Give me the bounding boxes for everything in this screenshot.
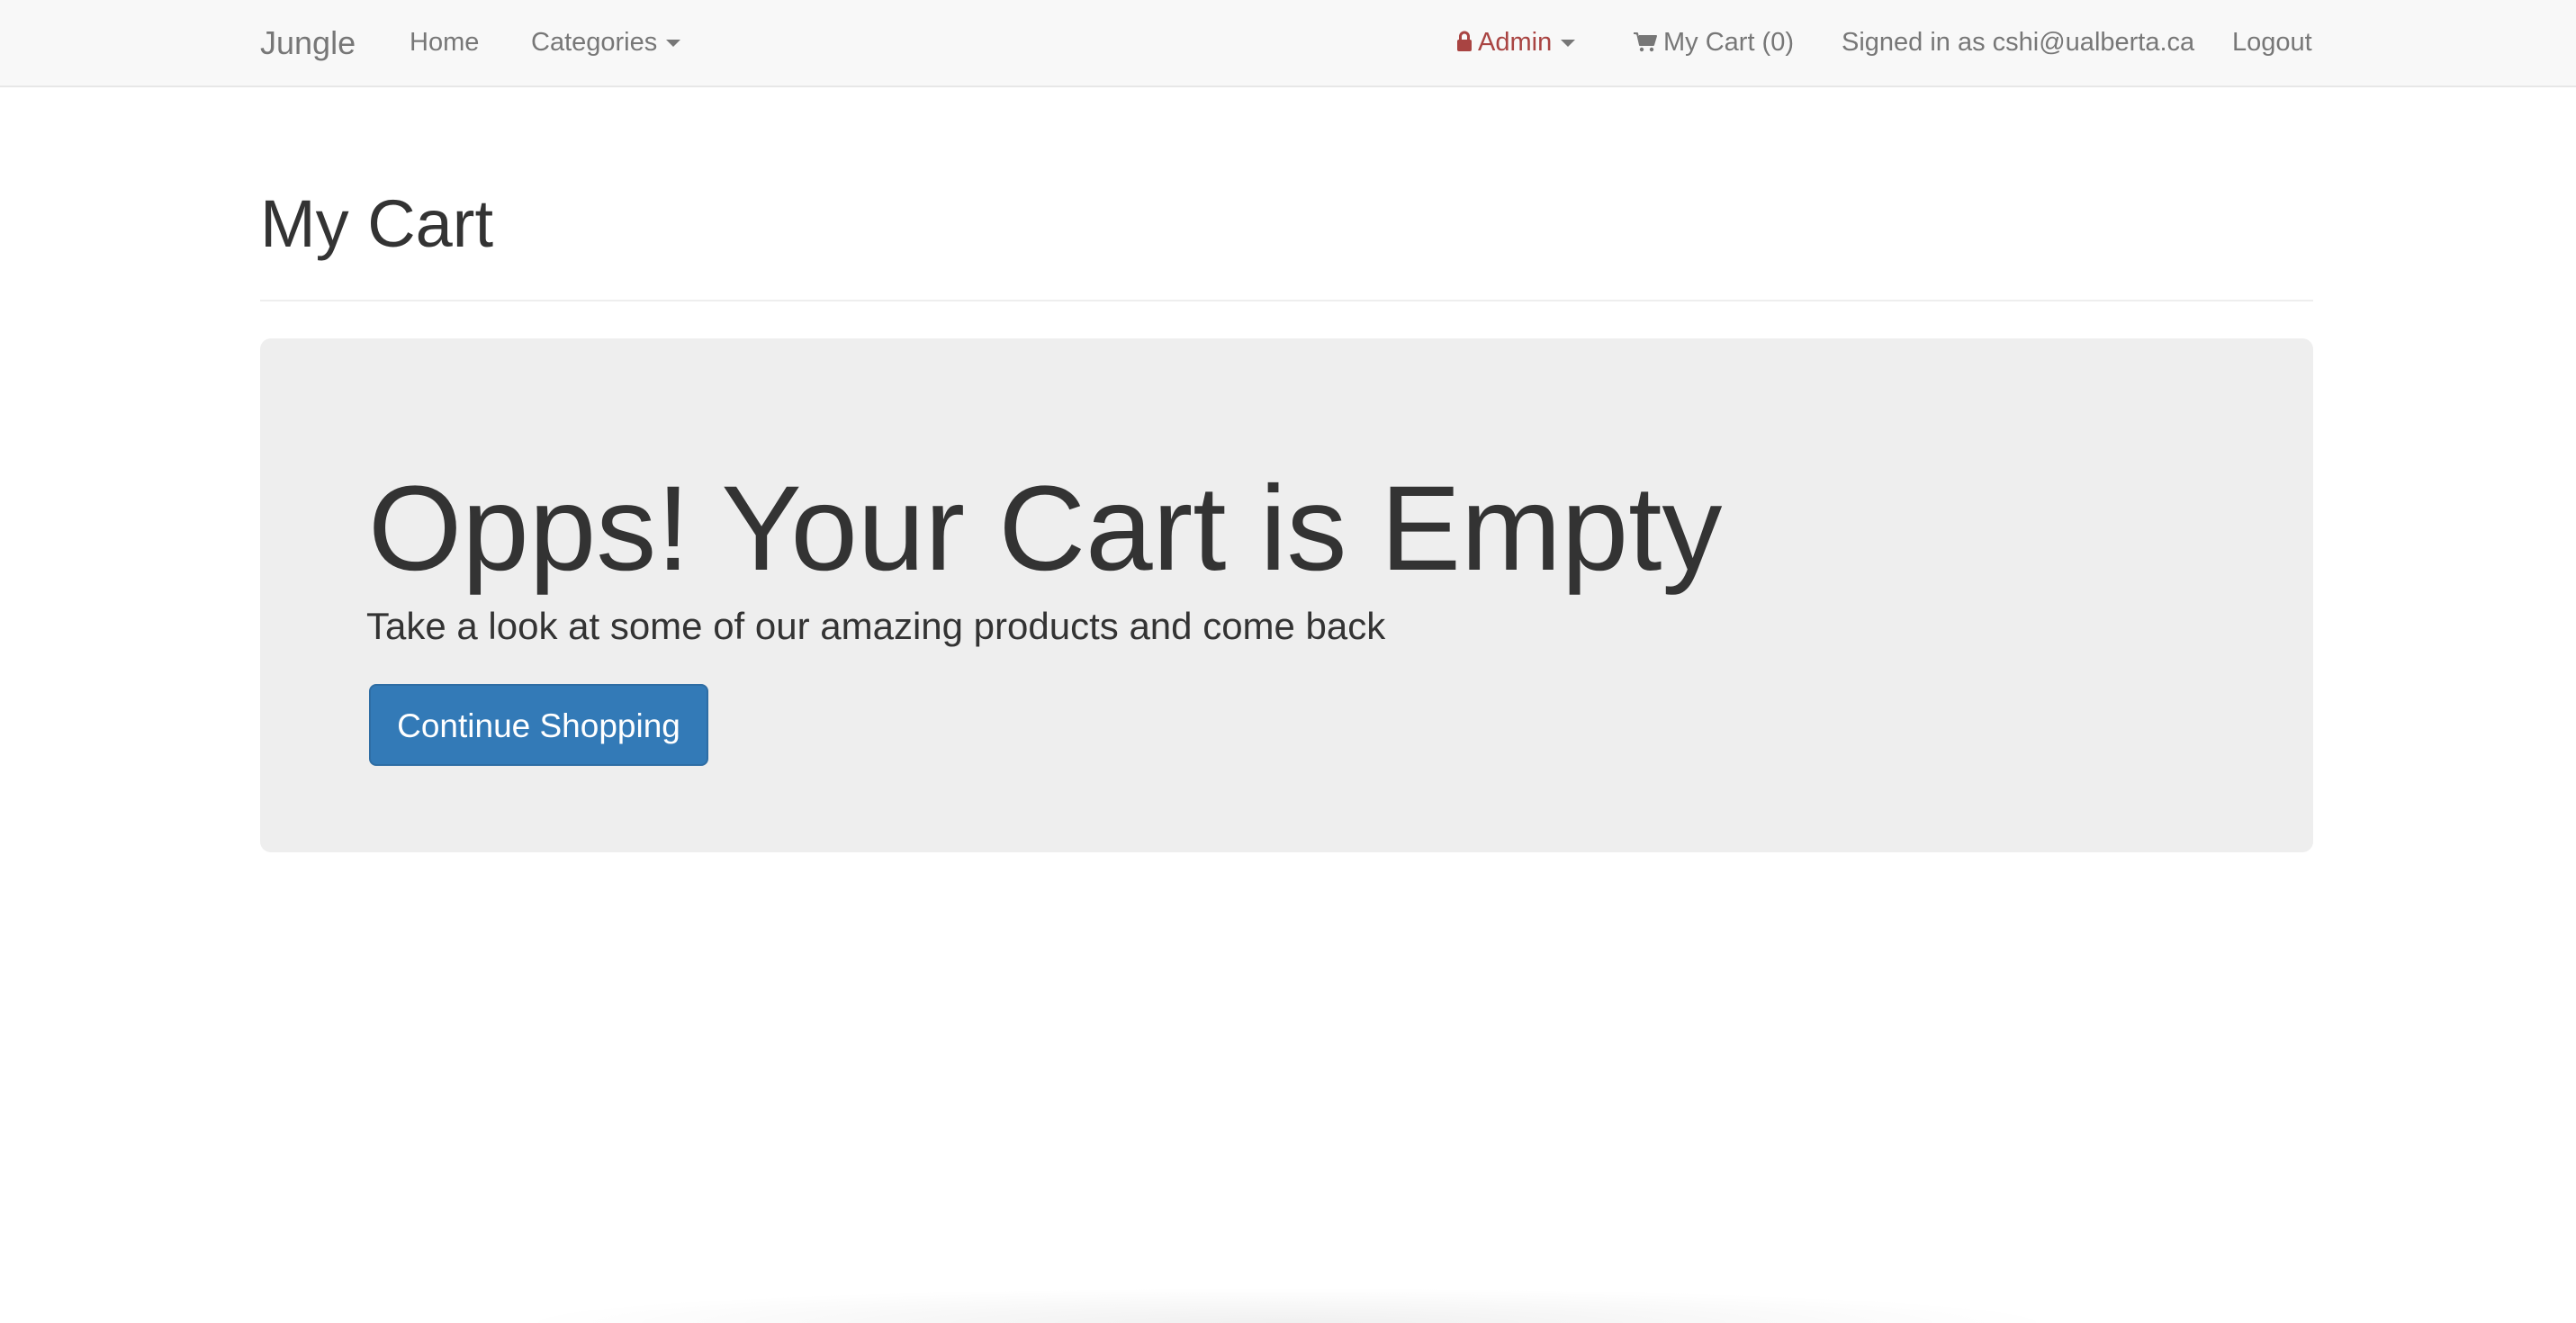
lock-icon (1457, 31, 1472, 51)
page-title: My Cart (260, 186, 493, 261)
caret-down-icon (1561, 40, 1576, 48)
empty-cart-message: Take a look at some of our amazing produ… (366, 605, 1386, 647)
admin-label: Admin (1478, 28, 1553, 57)
my-cart-link[interactable]: My Cart (0) (1633, 0, 1794, 87)
empty-cart-panel: Opps! Your Cart is Empty Take a look at … (260, 338, 2313, 852)
categories-label: Categories (531, 28, 658, 57)
nav-home-link[interactable]: Home (410, 0, 479, 87)
my-cart-label: My Cart (0) (1663, 28, 1794, 57)
logout-link[interactable]: Logout (2232, 0, 2312, 87)
empty-cart-heading: Opps! Your Cart is Empty (368, 462, 1723, 596)
categories-dropdown[interactable]: Categories (531, 0, 681, 87)
caret-down-icon (666, 40, 681, 48)
brand-link[interactable]: Jungle (260, 0, 356, 87)
continue-shopping-button[interactable]: Continue Shopping (369, 684, 708, 766)
signed-in-text: Signed in as cshi@ualberta.ca (1842, 28, 2195, 57)
top-navbar: Jungle Home Categories Admin My Cart (0)… (0, 0, 2576, 87)
footer-shadow (504, 1287, 2070, 1323)
shopping-cart-icon (1634, 32, 1657, 52)
admin-dropdown[interactable]: Admin (1456, 0, 1576, 87)
title-divider (260, 300, 2313, 302)
